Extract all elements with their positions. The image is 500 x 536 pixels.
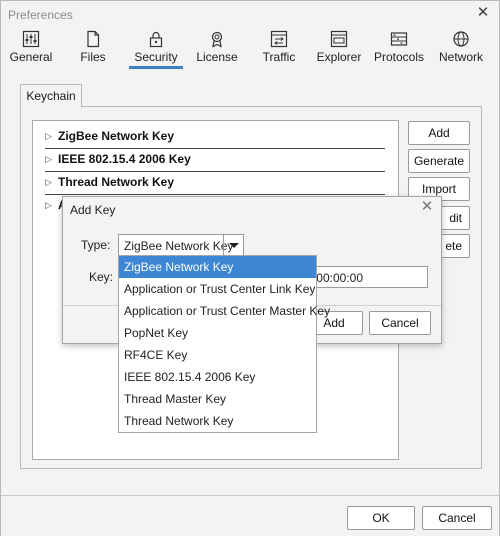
list-item-label: IEEE 802.15.4 2006 Key xyxy=(58,152,191,166)
title-bar: Preferences ✕ xyxy=(1,1,499,27)
dropdown-option[interactable]: ZigBee Network Key xyxy=(119,256,316,278)
tab-license[interactable]: License xyxy=(191,28,243,68)
protocols-icon xyxy=(390,32,408,46)
tab-keychain[interactable]: Keychain xyxy=(20,84,82,107)
type-select[interactable]: ZigBee Network Key xyxy=(118,234,244,256)
list-item[interactable]: ▷ IEEE 802.15.4 2006 Key xyxy=(45,150,385,172)
tab-network[interactable]: Network xyxy=(435,28,487,68)
expand-arrow-icon[interactable]: ▷ xyxy=(45,154,52,165)
preferences-window: Preferences ✕ General Files Security Lic… xyxy=(0,0,500,536)
traffic-icon xyxy=(270,30,288,48)
list-item-label: ZigBee Network Key xyxy=(58,129,175,143)
add-button[interactable]: Add xyxy=(408,121,470,145)
key-label: Key: xyxy=(89,270,114,284)
expand-arrow-icon[interactable]: ▷ xyxy=(45,131,52,142)
award-icon xyxy=(211,31,223,48)
folder-icon xyxy=(330,30,348,48)
ok-button[interactable]: OK xyxy=(347,506,415,530)
close-icon[interactable]: ✕ xyxy=(475,5,491,21)
preferences-toolbar: General Files Security License Traffic E… xyxy=(1,28,499,69)
window-title: Preferences xyxy=(8,8,73,22)
tab-license-label: License xyxy=(196,50,238,64)
sliders-icon xyxy=(22,30,40,48)
cancel-button[interactable]: Cancel xyxy=(422,506,492,530)
globe-icon xyxy=(453,31,469,47)
tab-general-label: General xyxy=(9,50,53,64)
dialog-cancel-button[interactable]: Cancel xyxy=(369,311,431,335)
list-item[interactable]: ▷ Thread Network Key xyxy=(45,173,385,195)
list-item-label: Thread Network Key xyxy=(58,175,175,189)
dropdown-option[interactable]: PopNet Key xyxy=(119,322,316,344)
chevron-down-icon[interactable] xyxy=(223,235,243,255)
generate-button[interactable]: Generate xyxy=(408,149,470,173)
list-item[interactable]: ▷ ZigBee Network Key xyxy=(45,127,385,149)
close-icon[interactable]: ✕ xyxy=(419,199,435,215)
tab-files-label: Files xyxy=(80,50,106,64)
expand-arrow-icon[interactable]: ▷ xyxy=(45,200,52,211)
file-icon xyxy=(87,30,100,48)
tab-general[interactable]: General xyxy=(5,28,57,68)
tab-traffic-label: Traffic xyxy=(262,50,296,64)
dropdown-option[interactable]: Application or Trust Center Link Key xyxy=(119,278,316,300)
lock-icon xyxy=(149,31,163,48)
tab-security-label: Security xyxy=(134,50,178,64)
type-select-value: ZigBee Network Key xyxy=(124,239,234,253)
dropdown-option[interactable]: RF4CE Key xyxy=(119,344,316,366)
tab-security[interactable]: Security xyxy=(129,28,183,69)
type-label: Type: xyxy=(81,238,111,252)
dialog-title: Add Key xyxy=(70,203,116,217)
dropdown-option[interactable]: Application or Trust Center Master Key xyxy=(119,300,330,322)
tab-protocols-label: Protocols xyxy=(373,50,425,64)
tab-protocols[interactable]: Protocols xyxy=(373,28,425,68)
tab-explorer-label: Explorer xyxy=(316,50,362,64)
dropdown-option[interactable]: Thread Network Key xyxy=(119,410,316,432)
dropdown-option[interactable]: Thread Master Key xyxy=(119,388,316,410)
tab-explorer[interactable]: Explorer xyxy=(313,28,365,68)
tab-traffic[interactable]: Traffic xyxy=(253,28,305,68)
footer-bar: OK Cancel xyxy=(1,495,499,536)
tab-network-label: Network xyxy=(438,50,483,64)
dropdown-option[interactable]: IEEE 802.15.4 2006 Key xyxy=(119,366,316,388)
expand-arrow-icon[interactable]: ▷ xyxy=(45,177,52,188)
tab-files[interactable]: Files xyxy=(67,28,119,68)
type-dropdown-list[interactable]: ZigBee Network Key Application or Trust … xyxy=(118,255,330,433)
key-input-value: :00:00:00 xyxy=(312,271,363,285)
